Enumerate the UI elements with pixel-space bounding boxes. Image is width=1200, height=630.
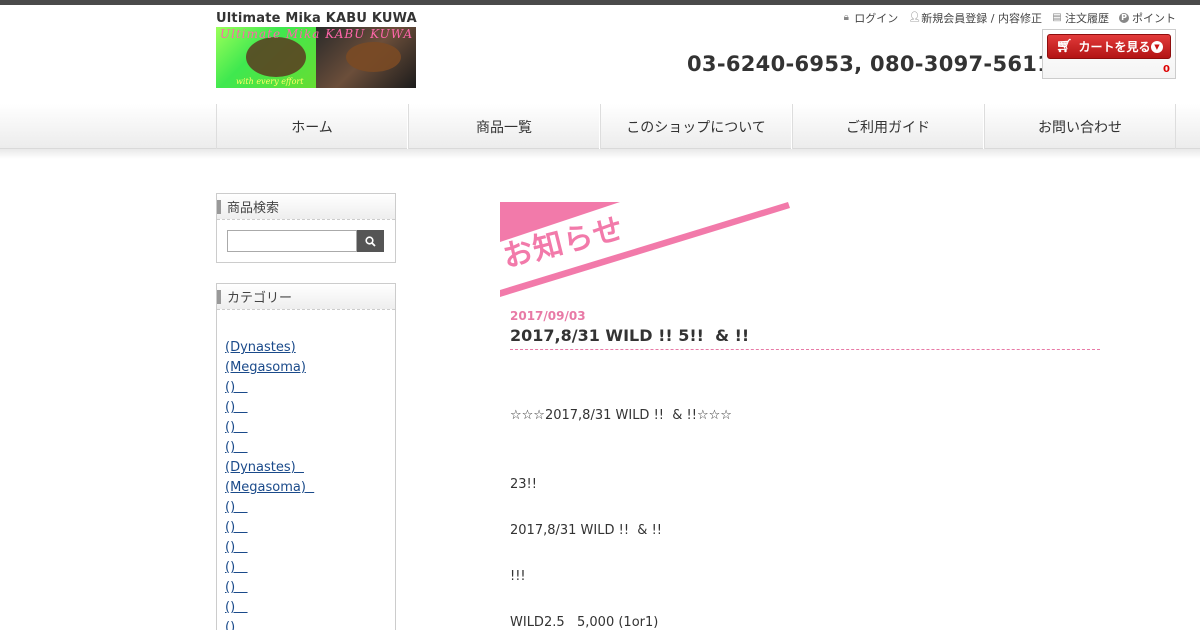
category-item: () [225, 618, 314, 630]
search-input[interactable] [227, 230, 357, 252]
product-search-box: 商品検索 [216, 193, 396, 263]
category-item: (Megasoma) [225, 358, 314, 378]
category-item: () [225, 438, 314, 458]
post-paragraph: WILD2.5 5,000 (1or1) [510, 615, 659, 630]
global-nav: ホーム 商品一覧 このショップについて ご利用ガイド お問い合わせ [0, 104, 1200, 149]
category-title: カテゴリー [217, 284, 395, 310]
category-item: () [225, 558, 314, 578]
category-item: (Dynastes) [225, 458, 314, 478]
post-paragraph: 2017,8/31 WILD !! & !! [510, 523, 662, 538]
category-link[interactable]: () [225, 420, 248, 435]
category-item: () [225, 498, 314, 518]
login-label: ログイン [854, 12, 899, 25]
nav-about[interactable]: このショップについて [600, 104, 792, 149]
search-icon [365, 235, 376, 247]
category-item: () [225, 538, 314, 558]
order-history-label: 注文履歴 [1065, 12, 1109, 25]
category-link[interactable]: (Megasoma) [225, 360, 306, 375]
category-link[interactable]: () [225, 400, 248, 415]
category-item: () [225, 378, 314, 398]
category-item: () [225, 518, 314, 538]
cart-count: 0 [1163, 64, 1170, 75]
nav-products[interactable]: 商品一覧 [408, 104, 600, 149]
category-link[interactable]: () [225, 380, 248, 395]
post-paragraph: !!! [510, 569, 526, 584]
news-section-banner: お知らせ [499, 202, 790, 297]
search-title: 商品検索 [217, 194, 395, 220]
post-title: 2017,8/31 WILD !! 5!! & !! [510, 326, 1100, 350]
category-item: (Megasoma) [225, 478, 314, 498]
search-button[interactable] [357, 230, 384, 252]
nav-home[interactable]: ホーム [216, 104, 408, 149]
cart-box: 🛒︎ カートを見る ▼ 0 [1042, 29, 1176, 79]
category-link[interactable]: (Dynastes) [225, 340, 296, 355]
register-link[interactable]: 👤︎ 新規会員登録 / 内容修正 [908, 10, 1042, 26]
nav-guide[interactable]: ご利用ガイド [792, 104, 984, 149]
category-list: (Dynastes) (Megasoma) () () () () (Dynas… [225, 338, 314, 630]
points-icon: P [1119, 13, 1129, 23]
post-date: 2017/09/03 [510, 309, 586, 323]
category-item: () [225, 418, 314, 438]
phone-number: 03-6240-6953, 080-3097-5611 [687, 52, 1053, 76]
chevron-down-icon: ▼ [1151, 41, 1163, 53]
beetle-image-2 [346, 42, 401, 72]
login-link[interactable]: 🔒︎ ログイン [841, 10, 899, 26]
category-link[interactable]: () [225, 600, 248, 615]
category-item: () [225, 598, 314, 618]
logo-subtext: with every effort [236, 77, 304, 86]
order-history-link[interactable]: ▤ 注文履歴 [1052, 10, 1109, 26]
lock-icon: 🔒︎ [843, 12, 849, 23]
nav-contact[interactable]: お問い合わせ [984, 104, 1176, 149]
cart-icon: 🛒︎ [1056, 39, 1073, 54]
top-bar [0, 0, 1200, 5]
beetle-image-1 [246, 37, 306, 77]
category-link[interactable]: () [225, 440, 248, 455]
category-link[interactable]: () [225, 620, 235, 630]
user-icon: 👤︎ [908, 12, 921, 23]
view-cart-button[interactable]: 🛒︎ カートを見る ▼ [1047, 34, 1171, 59]
category-item: () [225, 398, 314, 418]
view-cart-label: カートを見る [1078, 40, 1151, 54]
register-label: 新規会員登録 / 内容修正 [921, 12, 1042, 25]
nav-shadow [0, 149, 1200, 159]
shop-logo[interactable]: Ultimate Mika KABU KUWA with every effor… [216, 27, 416, 88]
post-paragraph: 23!! [510, 477, 537, 492]
category-link[interactable]: (Megasoma) [225, 480, 314, 495]
points-label: ポイント [1132, 12, 1176, 25]
category-item: (Dynastes) [225, 338, 314, 358]
category-box: カテゴリー (Dynastes) (Megasoma) () () () () … [216, 283, 396, 630]
category-link[interactable]: () [225, 540, 248, 555]
category-link[interactable]: () [225, 560, 248, 575]
utility-nav: 🔒︎ ログイン 👤︎ 新規会員登録 / 内容修正 ▤ 注文履歴 P ポイント [841, 10, 1176, 26]
list-icon: ▤ [1052, 12, 1062, 23]
logo-text: Ultimate Mika KABU KUWA [220, 27, 414, 41]
category-item: () [225, 578, 314, 598]
points-link[interactable]: P ポイント [1119, 10, 1176, 26]
category-link[interactable]: () [225, 580, 248, 595]
category-link[interactable]: (Dynastes) [225, 460, 304, 475]
shop-name[interactable]: Ultimate Mika KABU KUWA [216, 11, 417, 26]
category-link[interactable]: () [225, 500, 248, 515]
category-link[interactable]: () [225, 520, 248, 535]
post-paragraph: ☆☆☆2017,8/31 WILD !! & !!☆☆☆ [510, 408, 732, 423]
